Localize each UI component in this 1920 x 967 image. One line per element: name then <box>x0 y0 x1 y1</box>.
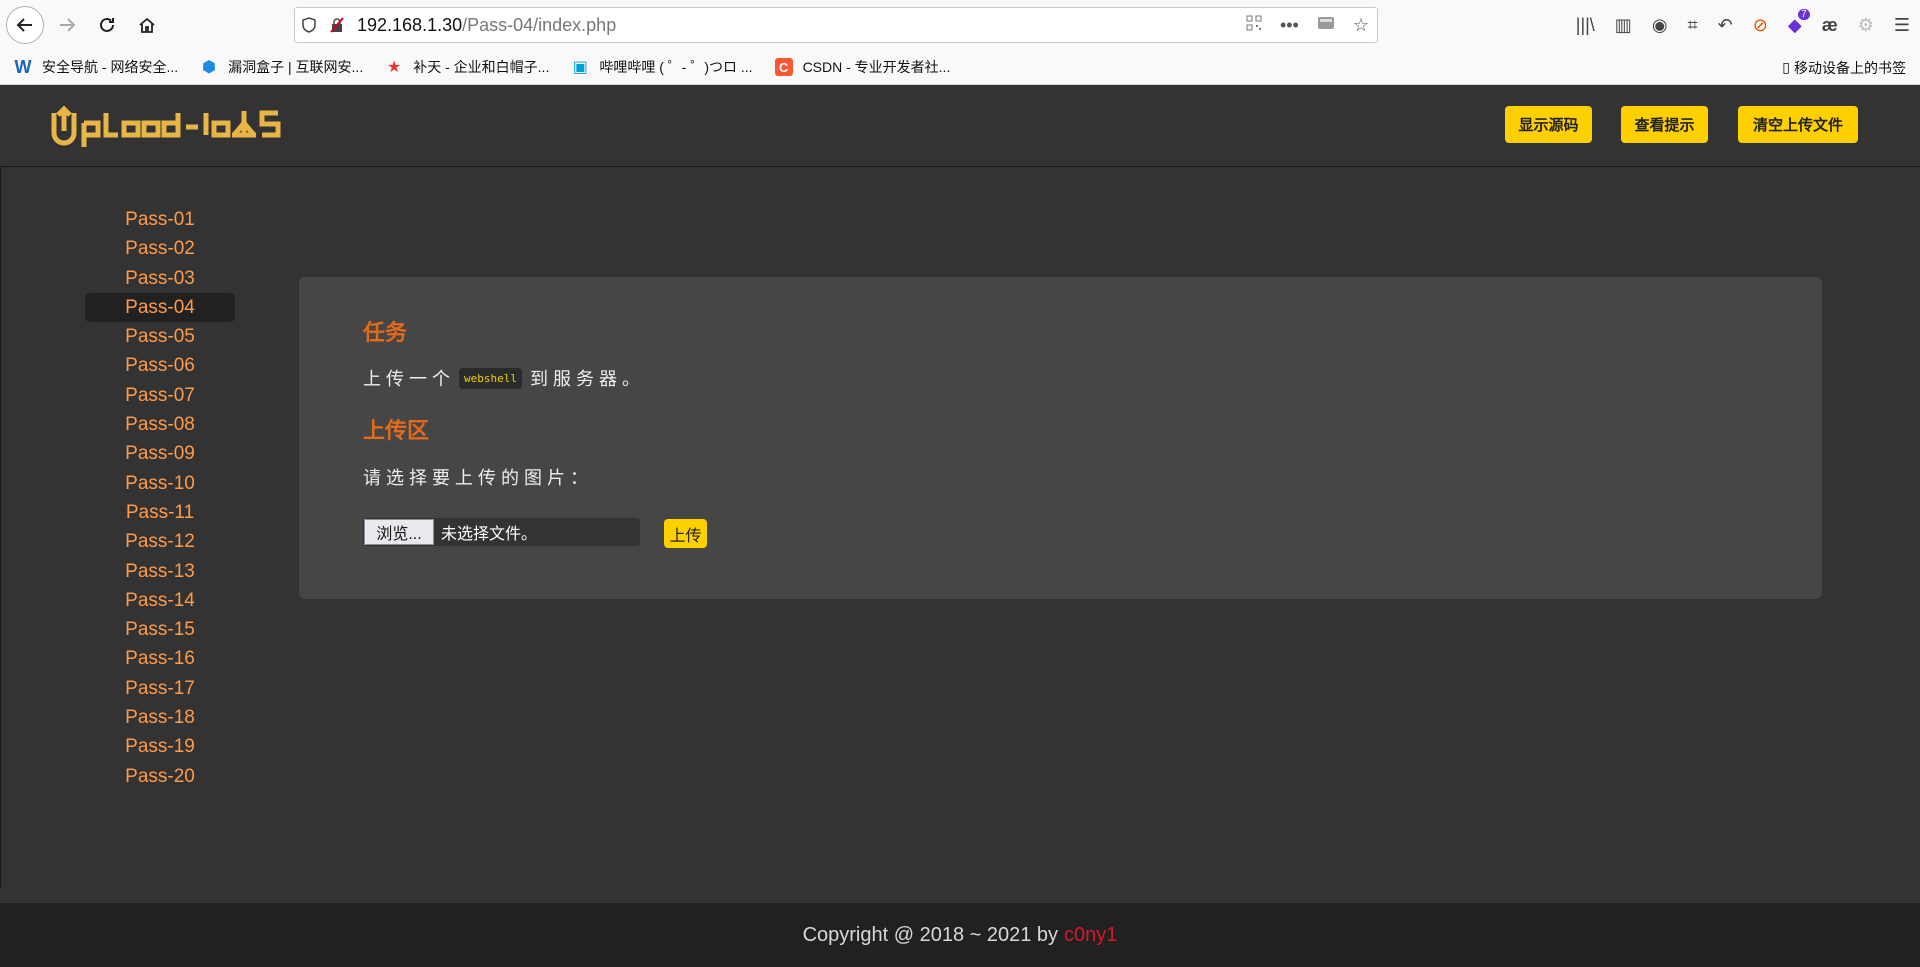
bookmark-favicon-icon: C <box>774 58 793 76</box>
sidebar-item-pass-17[interactable]: Pass-17 <box>85 674 235 703</box>
sidebar-item-pass-01[interactable]: Pass-01 <box>85 205 235 234</box>
qr-code-icon[interactable] <box>1246 15 1262 36</box>
site-footer: Copyright @ 2018 ~ 2021 by c0ny1 <box>0 903 1920 967</box>
forward-arrow-icon[interactable] <box>50 8 84 42</box>
sidebar-item-pass-02[interactable]: Pass-02 <box>85 234 235 263</box>
show-source-button[interactable]: 显示源码 <box>1505 106 1592 143</box>
sidebar-item-pass-04[interactable]: Pass-04 <box>85 292 235 323</box>
site-logo[interactable] <box>46 101 336 151</box>
crop-icon[interactable]: ⌗ <box>1688 15 1698 36</box>
sidebar-item-pass-12[interactable]: Pass-12 <box>85 527 235 556</box>
reload-icon[interactable] <box>90 8 124 42</box>
more-actions-icon[interactable]: ••• <box>1280 15 1299 36</box>
sidebar-item-pass-14[interactable]: Pass-14 <box>85 586 235 615</box>
main-area: Pass-01 Pass-02 Pass-03 Pass-04 Pass-05 Pass-… <box>0 167 1920 888</box>
shield-icon[interactable] <box>295 17 323 33</box>
bookmark-favicon-icon: ⬢ <box>202 59 217 76</box>
bookmark-item[interactable]: W 安全导航 - 网络安全... <box>14 56 179 77</box>
upload-button[interactable]: 上传 <box>664 519 707 548</box>
sidebar-item-pass-19[interactable]: Pass-19 <box>85 732 235 761</box>
mobile-bookmarks[interactable]: ▯ 移动设备上的书签 <box>1782 50 1906 85</box>
task-panel: 任务 上传一个 webshell 到服务器。 上传区 请选择要上传的图片： 浏览… <box>299 277 1822 599</box>
sidebar-item-pass-18[interactable]: Pass-18 <box>85 703 235 732</box>
webshell-code: webshell <box>459 367 522 389</box>
task-heading: 任务 <box>363 320 408 345</box>
sidebar-item-pass-11[interactable]: Pass-11 <box>85 498 235 527</box>
page: 显示源码 查看提示 清空上传文件 Pass-01 Pass-02 Pass-03 Pa… <box>0 85 1920 967</box>
author-link[interactable]: c0ny1 <box>1064 924 1117 947</box>
sidebar-item-pass-06[interactable]: Pass-06 <box>85 351 235 380</box>
sidebar-item-pass-10[interactable]: Pass-10 <box>85 469 235 498</box>
back-arrow-icon[interactable] <box>6 6 44 44</box>
copyright-text: Copyright @ 2018 ~ 2021 by <box>802 923 1059 946</box>
bookmark-favicon-icon: W <box>14 56 32 77</box>
ae-extension-icon[interactable]: æ <box>1822 15 1838 36</box>
reader-view-icon[interactable] <box>1317 15 1335 36</box>
mobile-device-icon: ▯ <box>1782 59 1790 75</box>
file-input[interactable]: 浏览... 未选择文件。 <box>363 518 640 546</box>
bookmark-star-icon[interactable]: ☆ <box>1353 15 1369 36</box>
upload-heading: 上传区 <box>363 418 430 443</box>
library-icon[interactable]: |||\ <box>1576 15 1595 36</box>
sidebar-item-pass-20[interactable]: Pass-20 <box>85 762 235 791</box>
sidebar-item-pass-03[interactable]: Pass-03 <box>85 264 235 293</box>
bookmark-item[interactable]: C CSDN - 专业开发者社... <box>774 57 950 77</box>
blocker-extension-icon[interactable]: ⊘ <box>1753 15 1768 36</box>
choose-image-label: 请选择要上传的图片： <box>363 468 593 488</box>
clear-uploads-button[interactable]: 清空上传文件 <box>1738 106 1858 143</box>
menu-icon[interactable]: ☰ <box>1894 15 1910 36</box>
sidebar-item-pass-09[interactable]: Pass-09 <box>85 439 235 468</box>
bookmark-favicon-icon: ▣ <box>572 59 588 76</box>
task-description: 上传一个 webshell 到服务器。 <box>363 367 645 389</box>
pass-sidebar: Pass-01 Pass-02 Pass-03 Pass-04 Pass-05 Pass-… <box>85 205 235 791</box>
browse-button[interactable]: 浏览... <box>364 519 434 545</box>
undo-icon[interactable]: ↶ <box>1718 15 1733 36</box>
browser-toolbar: 192.168.1.30/Pass-04/index.php ••• ☆ |||… <box>0 0 1920 50</box>
bookmark-item[interactable]: ★ 补天 - 企业和白帽子... <box>385 57 549 77</box>
sidebar-icon[interactable]: ▥ <box>1615 15 1632 36</box>
sidebar-item-pass-13[interactable]: Pass-13 <box>85 557 235 586</box>
sidebar-item-pass-05[interactable]: Pass-05 <box>85 322 235 351</box>
extension-notification-icon[interactable]: ◆ 7 <box>1788 8 1810 36</box>
bookmark-item[interactable]: ⬢ 漏洞盒子 | 互联网安... <box>200 57 363 77</box>
insecure-lock-icon[interactable] <box>323 17 351 33</box>
home-icon[interactable] <box>130 8 164 42</box>
url-bar[interactable]: 192.168.1.30/Pass-04/index.php ••• ☆ <box>294 7 1378 43</box>
account-icon[interactable]: ◉ <box>1652 15 1668 36</box>
url-text: 192.168.1.30/Pass-04/index.php <box>357 14 617 35</box>
sidebar-item-pass-07[interactable]: Pass-07 <box>85 381 235 410</box>
bookmarks-bar: W 安全导航 - 网络安全... ⬢ 漏洞盒子 | 互联网安... ★ 补天 - 企业… <box>0 50 1920 85</box>
show-hint-button[interactable]: 查看提示 <box>1621 106 1708 143</box>
site-header: 显示源码 查看提示 清空上传文件 <box>0 85 1920 167</box>
bookmark-item[interactable]: ▣ 哔哩哔哩 ( ゜- ゜)つロ ... <box>571 57 753 77</box>
no-file-label: 未选择文件。 <box>441 526 538 543</box>
sidebar-item-pass-16[interactable]: Pass-16 <box>85 644 235 673</box>
extension-gear-icon[interactable]: ⚙ <box>1858 15 1874 36</box>
bookmark-favicon-icon: ★ <box>387 59 402 76</box>
sidebar-item-pass-15[interactable]: Pass-15 <box>85 615 235 644</box>
sidebar-item-pass-08[interactable]: Pass-08 <box>85 410 235 439</box>
